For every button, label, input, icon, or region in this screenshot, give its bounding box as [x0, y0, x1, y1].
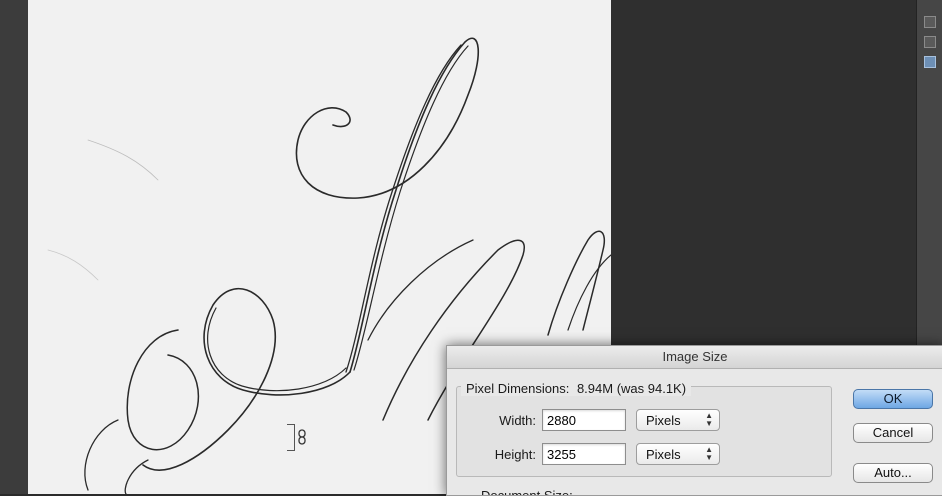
pixel-dimensions-value: 8.94M (was 94.1K) — [576, 381, 687, 396]
paper-mark — [47, 249, 99, 281]
script-s-stroke-3 — [353, 45, 469, 371]
script-s-lower-loop-2 — [207, 307, 347, 392]
script-s-stroke-2 — [345, 44, 462, 373]
height-input[interactable] — [542, 443, 626, 465]
pixel-dimensions-legend: Pixel Dimensions: 8.94M (was 94.1K) — [461, 381, 692, 396]
image-size-dialog: Image Size Pixel Dimensions: 8.94M (was … — [446, 345, 942, 496]
up-down-arrows-icon: ▲ ▼ — [705, 445, 713, 462]
document-size-label: Document Size: — [481, 488, 573, 496]
script-s-lower-loop — [142, 287, 351, 471]
left-swirl-1 — [126, 329, 200, 451]
width-unit-value: Pixels — [646, 413, 681, 428]
tools-panel-strip — [0, 0, 29, 494]
up-down-arrows-icon: ▲ ▼ — [705, 411, 713, 428]
constrain-proportions-bracket — [287, 424, 295, 451]
height-unit-select[interactable]: Pixels ▲ ▼ — [636, 443, 720, 465]
paper-mark — [87, 139, 159, 181]
pixel-dimensions-label: Pixel Dimensions: — [466, 381, 570, 396]
dialog-titlebar[interactable]: Image Size — [447, 346, 942, 369]
height-unit-value: Pixels — [646, 447, 681, 462]
dialog-title: Image Size — [662, 349, 728, 364]
height-label: Height: — [494, 447, 536, 462]
chain-link-icon[interactable] — [297, 429, 307, 445]
left-swirl-2 — [84, 419, 119, 491]
width-unit-select[interactable]: Pixels ▲ ▼ — [636, 409, 720, 431]
script-p-descender — [367, 239, 474, 341]
panel-toggle-button[interactable] — [924, 16, 936, 28]
ok-button[interactable]: OK — [853, 389, 933, 409]
left-swirl-3 — [124, 459, 149, 494]
panel-toggle-button[interactable] — [924, 36, 936, 48]
panel-toggle-button-active[interactable] — [924, 56, 936, 68]
script-r-stroke — [547, 230, 605, 336]
width-input[interactable] — [542, 409, 626, 431]
auto-button[interactable]: Auto... — [853, 463, 933, 483]
cancel-button[interactable]: Cancel — [853, 423, 933, 443]
width-label: Width: — [499, 413, 536, 428]
